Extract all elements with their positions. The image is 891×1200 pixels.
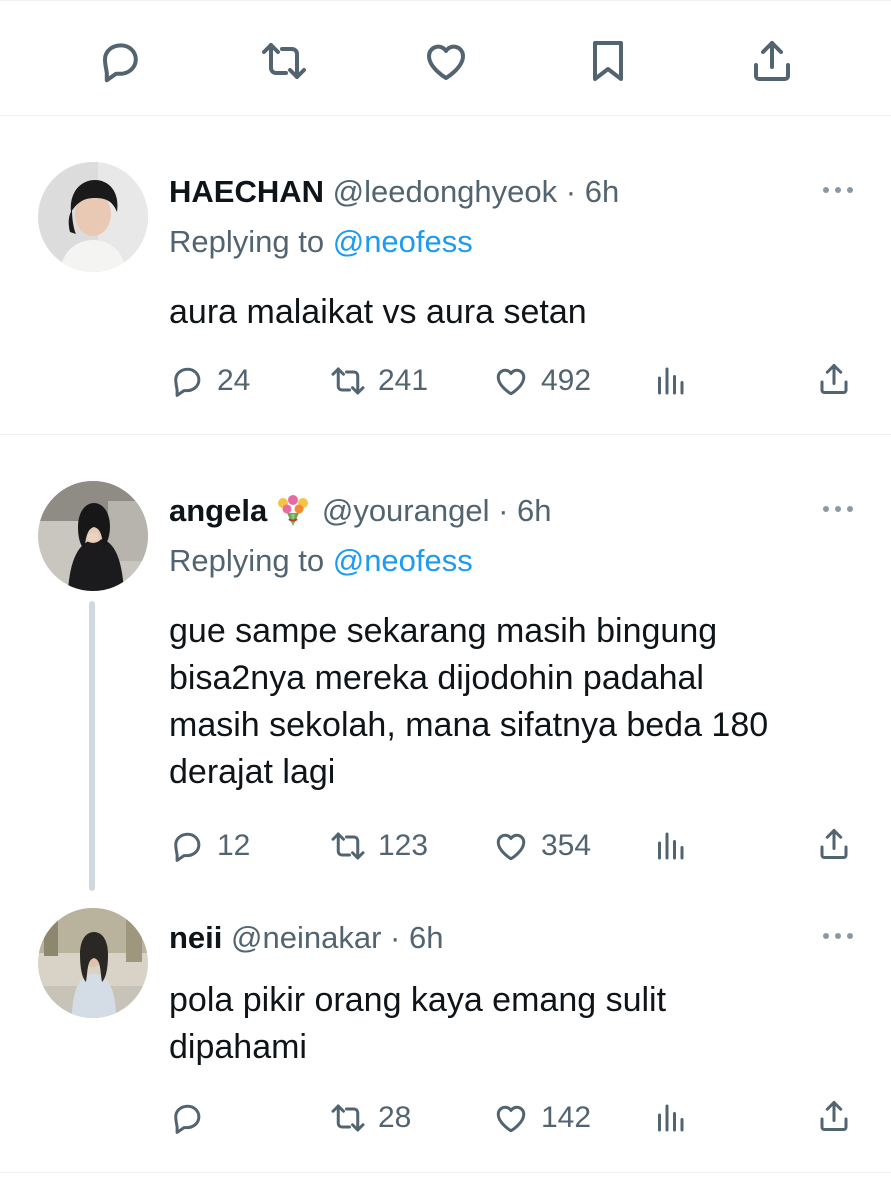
tweet-header: angela @yourangel · 6h	[169, 491, 552, 531]
display-name[interactable]: angela	[169, 493, 267, 528]
display-name[interactable]: neii	[169, 920, 222, 955]
share-icon[interactable]	[816, 826, 852, 862]
retweet-button[interactable]: 123	[330, 826, 428, 866]
like-count: 354	[541, 829, 592, 862]
handle[interactable]: @neinakar	[231, 920, 381, 955]
retweet-count: 241	[378, 364, 429, 397]
retweet-button[interactable]: 241	[330, 361, 428, 401]
separator: ·	[390, 920, 401, 955]
separator: ·	[498, 493, 509, 528]
reply-button[interactable]: 12	[169, 826, 250, 866]
bouquet-emoji-icon	[273, 493, 313, 527]
views-icon[interactable]	[652, 828, 688, 864]
retweet-button[interactable]: 28	[330, 1098, 411, 1138]
retweet-icon[interactable]	[258, 37, 310, 85]
like-icon	[496, 1105, 526, 1133]
share-icon[interactable]	[746, 37, 798, 85]
views-icon[interactable]	[652, 363, 688, 399]
timestamp[interactable]: 6h	[517, 493, 551, 528]
bottom-divider	[0, 1172, 891, 1173]
like-icon	[496, 833, 526, 861]
reply-icon	[174, 367, 201, 397]
retweet-count: 123	[378, 829, 429, 862]
thread-connector	[89, 601, 95, 891]
handle[interactable]: @yourangel	[322, 493, 490, 528]
tweet-neii[interactable]: neii @neinakar · 6h pola pikir orang kay…	[0, 889, 891, 1172]
replying-prefix: Replying to	[169, 224, 325, 259]
avatar[interactable]	[38, 481, 148, 591]
tweet-haechan[interactable]: HAECHAN @leedonghyeok · 6h Replying to @…	[0, 116, 891, 435]
reply-button[interactable]: 24	[169, 361, 250, 401]
like-button[interactable]: 354	[493, 826, 591, 866]
reply-icon[interactable]	[94, 37, 146, 85]
retweet-count: 28	[378, 1101, 412, 1134]
reply-count: 24	[217, 364, 251, 397]
like-count: 492	[541, 364, 592, 397]
bookmark-icon[interactable]	[582, 37, 634, 85]
avatar[interactable]	[38, 908, 148, 1018]
replying-to: Replying to @neofess	[169, 222, 473, 262]
share-icon[interactable]	[816, 1098, 852, 1134]
more-options-icon[interactable]	[818, 501, 858, 517]
tweet-header: HAECHAN @leedonghyeok · 6h	[169, 172, 619, 212]
like-count: 142	[541, 1101, 592, 1134]
mention-link[interactable]: @neofess	[333, 224, 473, 259]
more-options-icon[interactable]	[818, 182, 858, 198]
mention-link[interactable]: @neofess	[333, 543, 473, 578]
replying-to: Replying to @neofess	[169, 541, 473, 581]
tweet-angela[interactable]: angela @yourangel · 6h Replying to @neof…	[0, 435, 891, 891]
tweet-text: aura malaikat vs aura setan	[169, 293, 587, 331]
timestamp[interactable]: 6h	[585, 174, 619, 209]
reply-count: 12	[217, 829, 251, 862]
tweet-text: gue sampe sekarang masih bingung bisa2ny…	[169, 612, 769, 791]
tweet-text: pola pikir orang kaya emang sulit dipaha…	[169, 981, 667, 1066]
tweet-header: neii @neinakar · 6h	[169, 918, 443, 958]
like-icon	[496, 368, 526, 396]
avatar[interactable]	[38, 162, 148, 272]
like-icon[interactable]	[420, 37, 472, 85]
retweet-icon	[331, 832, 365, 860]
reply-icon	[174, 832, 201, 862]
views-icon[interactable]	[652, 1100, 688, 1136]
reply-button[interactable]	[169, 1098, 217, 1138]
reply-icon	[174, 1104, 201, 1134]
retweet-icon	[331, 1104, 365, 1132]
like-button[interactable]: 142	[493, 1098, 591, 1138]
replying-prefix: Replying to	[169, 543, 325, 578]
handle[interactable]: @leedonghyeok	[333, 174, 558, 209]
like-button[interactable]: 492	[493, 361, 591, 401]
separator: ·	[565, 174, 577, 209]
more-options-icon[interactable]	[818, 928, 858, 944]
timestamp[interactable]: 6h	[409, 920, 443, 955]
display-name[interactable]: HAECHAN	[169, 174, 324, 209]
retweet-icon	[331, 367, 365, 395]
share-icon[interactable]	[816, 361, 852, 397]
main-tweet-action-bar	[0, 0, 891, 116]
